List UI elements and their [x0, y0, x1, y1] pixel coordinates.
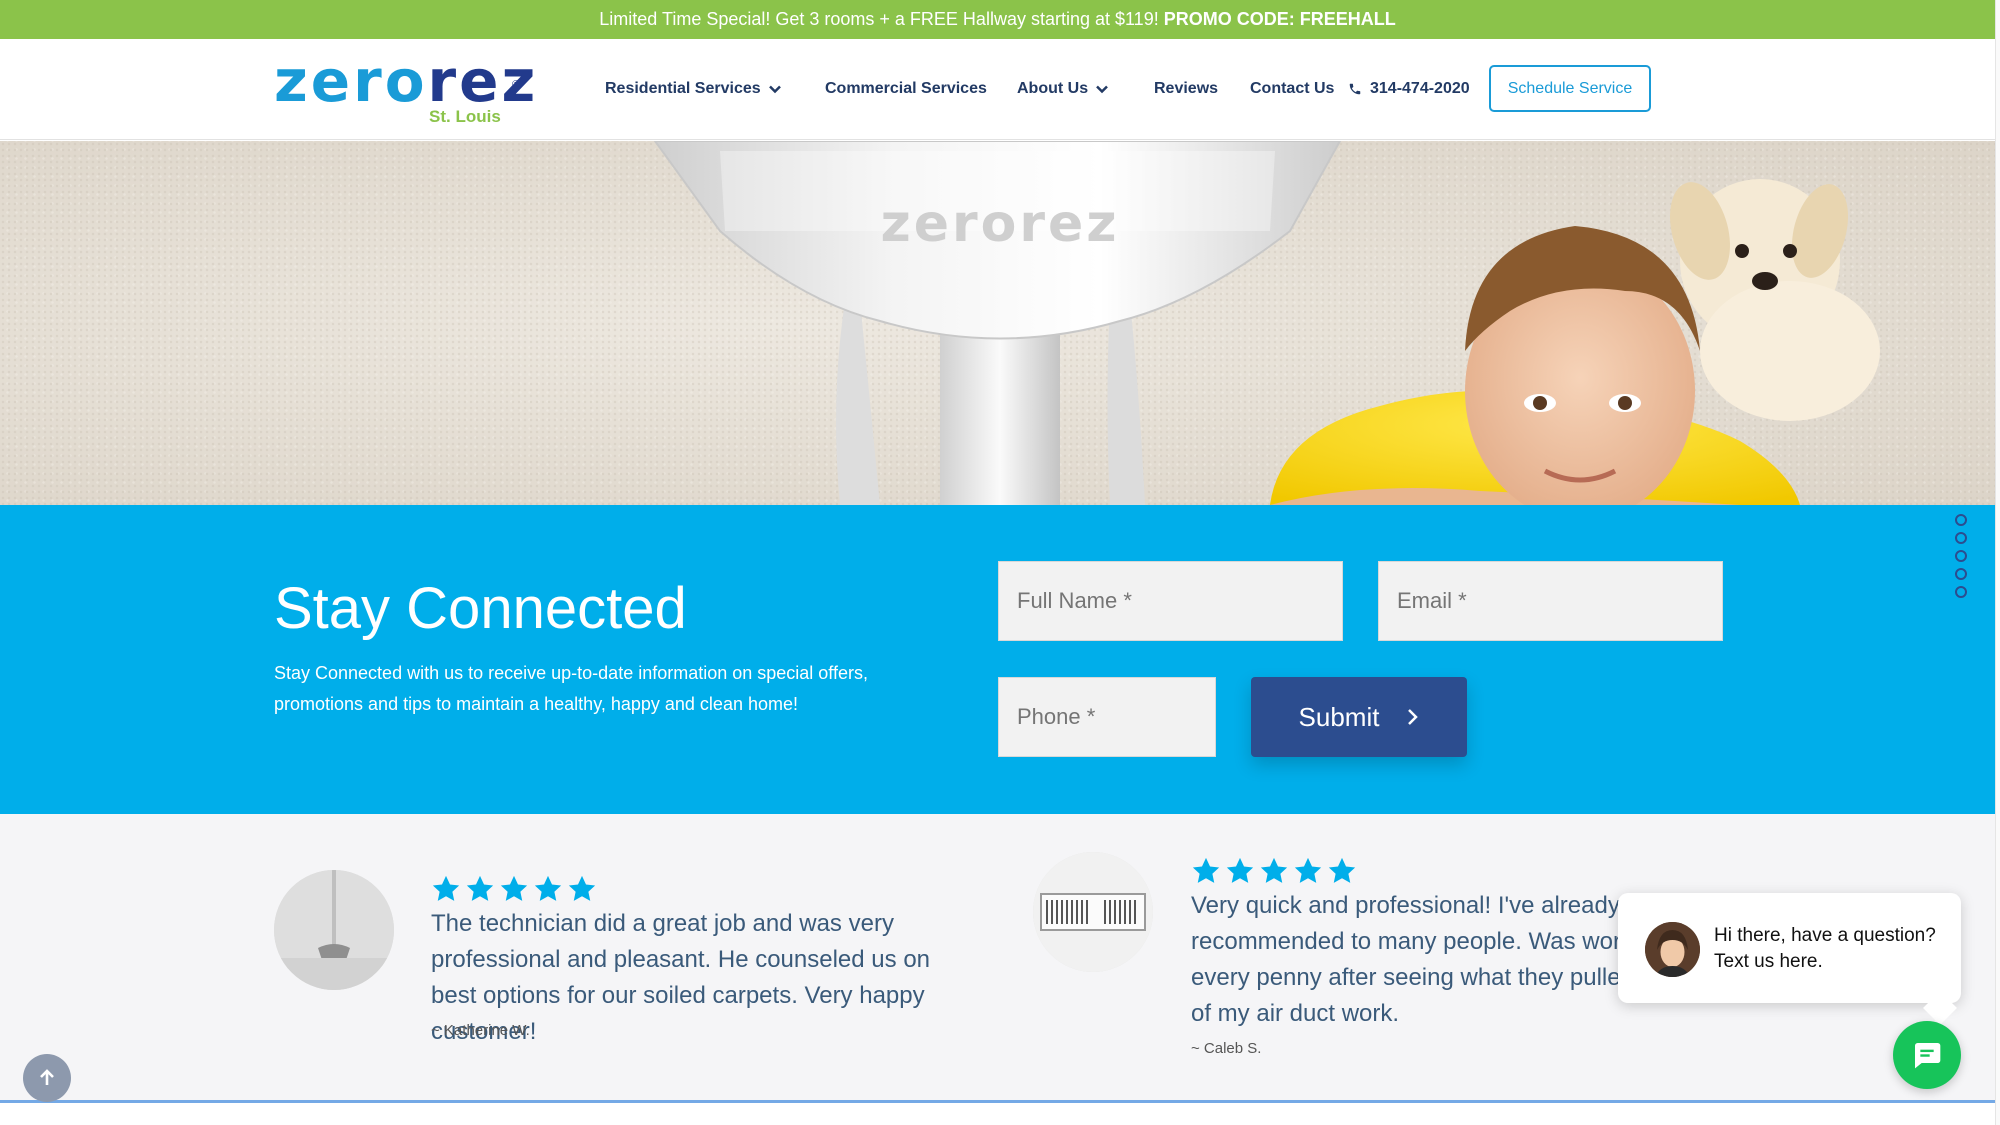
stay-connected-description: Stay Connected with us to receive up-to-… — [274, 663, 868, 714]
pagination-dot[interactable] — [1955, 550, 1967, 562]
stay-connected-section: Stay Connected Stay Connected with us to… — [0, 505, 1995, 814]
review-2-text: Very quick and professional! I've alread… — [1191, 892, 1674, 1027]
email-input[interactable] — [1378, 561, 1723, 641]
chevron-right-icon — [1408, 709, 1419, 725]
window-scrollbar[interactable] — [1995, 0, 2000, 1125]
chat-launcher-button[interactable] — [1893, 1021, 1961, 1089]
chevron-down-icon — [1096, 85, 1108, 94]
arrow-up-icon — [40, 1069, 54, 1085]
star-icon — [1226, 857, 1254, 883]
scroll-to-top-button[interactable] — [23, 1054, 71, 1102]
phone-icon — [1349, 83, 1361, 95]
logo-part-rez: rez — [427, 47, 539, 115]
air-vent-image — [1033, 852, 1153, 972]
pagination-dot[interactable] — [1955, 514, 1967, 526]
promo-banner[interactable]: Limited Time Special! Get 3 rooms + a FR… — [0, 0, 1995, 39]
pagination-dot[interactable] — [1955, 586, 1967, 598]
phone-number: 314-474-2020 — [1370, 80, 1470, 97]
agent-avatar — [1645, 922, 1700, 977]
wand-brand-text: zerorez — [880, 194, 1119, 254]
promo-code: PROMO CODE: FREEHALL — [1163, 9, 1396, 29]
carpet-wand-image — [274, 870, 394, 990]
chat-prompt-bubble[interactable]: Hi there, have a question? Text us here. — [1618, 893, 1961, 1003]
star-icon — [1260, 857, 1288, 883]
review-2-author: ~ Caleb S. — [1191, 1040, 1262, 1057]
zerorez-logo[interactable]: zerorez ® St. Louis — [274, 47, 535, 131]
stay-connected-title: Stay Connected — [274, 576, 687, 641]
hero-illustration: zerorez — [653, 141, 1880, 505]
section-pagination — [1955, 514, 1967, 604]
pagination-dot[interactable] — [1955, 532, 1967, 544]
star-icon — [1192, 857, 1220, 883]
nav-reviews-label: Reviews — [1154, 80, 1219, 97]
schedule-service-button[interactable]: Schedule Service — [1489, 65, 1651, 112]
promo-text: Limited Time Special! Get 3 rooms + a FR… — [599, 9, 1159, 29]
star-icon — [500, 875, 528, 901]
review-2-stars — [1191, 856, 1357, 886]
nav-commercial-label: Commercial Services — [825, 80, 987, 97]
star-icon — [466, 875, 494, 901]
star-icon — [1328, 857, 1356, 883]
pagination-dot[interactable] — [1955, 568, 1967, 580]
nav-contact-us[interactable]: Contact Us — [1250, 80, 1334, 98]
logo-wordmark: zerorez — [274, 47, 535, 115]
review-1-author: ~ Katherine W. — [431, 1022, 530, 1039]
full-name-input[interactable] — [998, 561, 1343, 641]
review-1-stars — [431, 874, 597, 904]
nav-residential-services[interactable]: Residential Services — [605, 80, 781, 98]
site-header: zerorez ® St. Louis Residential Services… — [0, 39, 1995, 140]
nav-about-us[interactable]: About Us — [1017, 80, 1108, 98]
nav-contact-label: Contact Us — [1250, 80, 1335, 97]
nav-reviews[interactable]: Reviews — [1154, 80, 1218, 98]
star-icon — [1294, 857, 1322, 883]
nav-about-label: About Us — [1017, 80, 1089, 97]
chat-icon — [1915, 1043, 1941, 1069]
logo-city: St. Louis — [429, 107, 501, 126]
logo-part-zero: zero — [274, 47, 428, 115]
phone-link[interactable]: 314-474-2020 — [1348, 80, 1470, 98]
chat-prompt-text: Hi there, have a question? Text us here. — [1714, 925, 1936, 972]
nav-commercial-services[interactable]: Commercial Services — [825, 80, 987, 98]
submit-label: Submit — [1298, 701, 1380, 732]
hero-banner: zerorez — [0, 141, 1995, 505]
submit-button[interactable]: Submit — [1251, 677, 1467, 757]
star-icon — [534, 875, 562, 901]
nav-residential-label: Residential Services — [605, 80, 761, 97]
star-icon — [568, 875, 596, 901]
logo-registered-mark: ® — [512, 79, 521, 91]
phone-input[interactable] — [998, 677, 1216, 757]
star-icon — [432, 875, 460, 901]
next-section-edge — [0, 1103, 1995, 1125]
chevron-down-icon — [768, 85, 781, 94]
